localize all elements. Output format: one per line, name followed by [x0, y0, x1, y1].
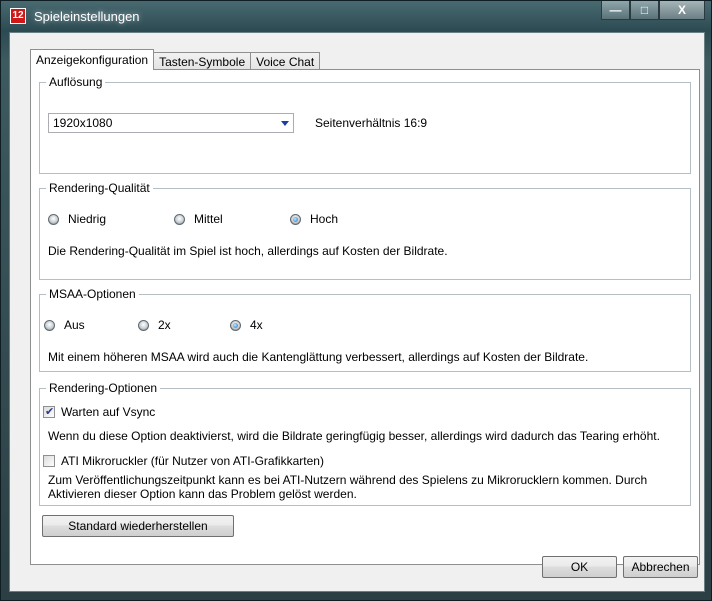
msaa-option-2x-label: 2x [158, 318, 171, 332]
resolution-legend: Auflösung [46, 75, 106, 89]
minimize-button[interactable]: — [601, 1, 630, 20]
vsync-checkbox[interactable]: Warten auf Vsync [43, 405, 155, 419]
ati-microstutter-description: Zum Veröffentlichungszeitpunkt kann es b… [48, 473, 648, 501]
maximize-button[interactable]: □ [630, 1, 659, 20]
quality-option-medium-label: Mittel [194, 212, 223, 226]
resolution-group: Auflösung 1920x1080 Seitenverhältnis 16:… [39, 75, 691, 174]
dialog-window: 12 Spieleinstellungen — □ X Anzeigekonfi… [0, 0, 712, 601]
restore-defaults-button[interactable]: Standard wiederherstellen [42, 515, 234, 537]
msaa-description: Mit einem höheren MSAA wird auch die Kan… [48, 350, 589, 364]
cancel-button[interactable]: Abbrechen [623, 556, 698, 578]
tab-voice-chat[interactable]: Voice Chat [250, 52, 321, 70]
checkbox-icon[interactable] [43, 455, 55, 467]
vsync-description: Wenn du diese Option deaktivierst, wird … [48, 429, 660, 443]
resolution-selected-value: 1920x1080 [53, 116, 113, 130]
vsync-label: Warten auf Vsync [61, 405, 156, 419]
tab-panel-display-config: Auflösung 1920x1080 Seitenverhältnis 16:… [30, 69, 700, 565]
rendering-quality-description: Die Rendering-Qualität im Spiel ist hoch… [48, 244, 448, 258]
msaa-legend: MSAA-Optionen [46, 287, 139, 301]
ati-microstutter-checkbox[interactable]: ATI Mikroruckler (für Nutzer von ATI-Gra… [43, 454, 324, 468]
msaa-option-off[interactable]: Aus [44, 318, 85, 332]
msaa-group: MSAA-Optionen Aus 2x 4x Mit einem höhere… [39, 287, 691, 372]
tab-strip: Anzeigekonfiguration Tasten-Symbole Voic… [30, 49, 321, 70]
ok-button[interactable]: OK [542, 556, 617, 578]
radio-icon[interactable] [174, 213, 185, 225]
quality-option-low-label: Niedrig [68, 212, 107, 226]
quality-option-high-label: Hoch [310, 212, 339, 226]
quality-option-medium[interactable]: Mittel [174, 212, 223, 226]
window-title: Spieleinstellungen [34, 9, 140, 24]
radio-icon[interactable] [138, 319, 149, 331]
rendering-options-group: Rendering-Optionen Warten auf Vsync Wenn… [39, 381, 691, 506]
msaa-option-4x[interactable]: 4x [230, 318, 263, 332]
tab-key-symbols[interactable]: Tasten-Symbole [153, 52, 252, 70]
radio-selected-icon[interactable] [230, 319, 241, 331]
app-icon: 12 [10, 8, 26, 24]
resolution-dropdown[interactable]: 1920x1080 [48, 113, 294, 133]
radio-icon[interactable] [44, 319, 55, 331]
close-button[interactable]: X [659, 1, 705, 20]
window-controls: — □ X [601, 1, 705, 21]
tab-display-config[interactable]: Anzeigekonfiguration [30, 49, 155, 70]
ati-microstutter-label: ATI Mikroruckler (für Nutzer von ATI-Gra… [61, 454, 324, 468]
chevron-down-icon[interactable] [281, 121, 289, 126]
rendering-quality-group: Rendering-Qualität Niedrig Mittel Hoch D… [39, 181, 691, 280]
checkbox-checked-icon[interactable] [43, 405, 55, 418]
rendering-quality-legend: Rendering-Qualität [46, 181, 153, 195]
rendering-options-legend: Rendering-Optionen [46, 381, 161, 395]
quality-option-high[interactable]: Hoch [290, 212, 338, 226]
quality-option-low[interactable]: Niedrig [48, 212, 106, 226]
radio-selected-icon[interactable] [290, 213, 301, 225]
dialog-client-area: Anzeigekonfiguration Tasten-Symbole Voic… [9, 32, 705, 592]
msaa-option-2x[interactable]: 2x [138, 318, 171, 332]
msaa-option-off-label: Aus [64, 318, 85, 332]
radio-icon[interactable] [48, 213, 59, 225]
msaa-option-4x-label: 4x [250, 318, 263, 332]
aspect-ratio-label: Seitenverhältnis 16:9 [315, 116, 428, 130]
title-bar[interactable]: 12 Spieleinstellungen — □ X [1, 1, 712, 33]
